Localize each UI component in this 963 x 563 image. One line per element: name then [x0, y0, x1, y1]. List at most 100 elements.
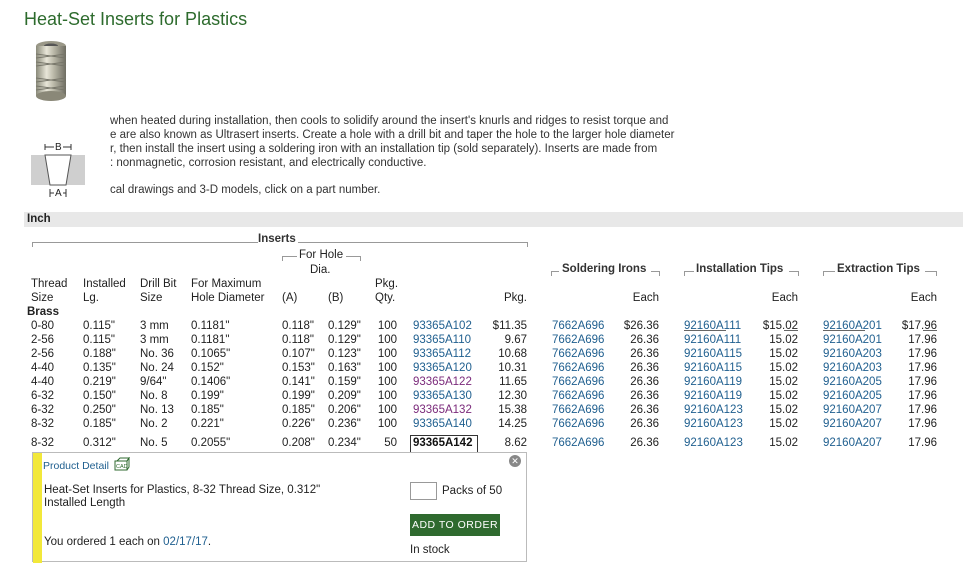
cell-a: 0.199"	[282, 390, 315, 402]
cell-inst-each: 15.02	[769, 362, 798, 374]
cell-part[interactable]: 93365A132	[413, 404, 472, 416]
cell-ext[interactable]: 92160A207	[823, 437, 882, 449]
cell-inst[interactable]: 92160A115	[684, 362, 742, 374]
cell-maxhole: 0.2055"	[191, 437, 231, 449]
cell-iron[interactable]: 7662A696	[552, 376, 604, 388]
cell-part[interactable]: 93365A120	[413, 362, 472, 374]
order-history-prefix: You ordered 1 each on	[44, 536, 164, 548]
description-line-2: e are also known as Ultrasert inserts. C…	[110, 129, 675, 141]
cell-inst-each: 15.02	[769, 334, 798, 346]
cell-ext[interactable]: 92160A207	[823, 418, 882, 430]
cell-inst-each: 15.02	[769, 404, 798, 416]
cell-ext[interactable]: 92160A207	[823, 404, 882, 416]
cell-inst[interactable]: 92160A119	[684, 390, 742, 402]
header-hole-diameter: Hole Diameter	[191, 292, 265, 304]
header-for-hole: For Hole	[299, 249, 344, 261]
cell-part[interactable]: 93365A112	[413, 348, 471, 360]
cell-lg: 0.312"	[83, 437, 116, 449]
extract-rule-left	[823, 271, 835, 272]
cell-iron[interactable]: 7662A696	[552, 437, 604, 449]
cad-icon[interactable]: CAD	[114, 456, 130, 474]
cell-lg: 0.219"	[83, 376, 116, 388]
cell-ext[interactable]: 92160A203	[823, 348, 882, 360]
order-history-suffix: .	[207, 536, 212, 548]
cell-thread: 6-32	[31, 390, 55, 402]
cell-inst-each: 15.02	[769, 390, 798, 402]
cell-ext[interactable]: 92160A201	[823, 320, 882, 332]
cell-thread: 0-80	[31, 320, 55, 332]
cell-iron[interactable]: 7662A696	[552, 334, 604, 346]
description-line-5: cal drawings and 3-D models, click on a …	[110, 184, 381, 196]
quantity-input[interactable]	[410, 482, 437, 500]
cell-lg: 0.188"	[83, 348, 116, 360]
cell-thread: 2-56	[31, 348, 55, 360]
cell-ext[interactable]: 92160A201	[823, 334, 882, 346]
cell-iron-each: 26.36	[630, 437, 659, 449]
hole-rule-right	[346, 256, 360, 257]
cell-inst[interactable]: 92160A115	[684, 348, 742, 360]
cell-maxhole: 0.152"	[191, 362, 224, 374]
cell-inst[interactable]: 92160A123	[684, 418, 743, 430]
cell-b: 0.129"	[328, 320, 361, 332]
cell-drill: No. 8	[140, 390, 168, 402]
cell-inst[interactable]: 92160A123	[684, 404, 743, 416]
cell-a: 0.141"	[282, 376, 315, 388]
cell-pkg: 9.67	[504, 334, 527, 346]
stock-status: In stock	[410, 544, 450, 556]
product-detail-link[interactable]: Product Detail	[43, 460, 109, 472]
cell-pkg: 11.65	[499, 376, 527, 388]
cell-qty: 100	[377, 404, 397, 416]
cell-qty: 100	[377, 334, 397, 346]
cad-label: CAD	[116, 464, 128, 470]
cell-iron[interactable]: 7662A696	[552, 418, 604, 430]
cell-iron[interactable]: 7662A696	[552, 390, 604, 402]
cell-inst[interactable]: 92160A123	[684, 437, 743, 449]
order-date-link[interactable]: 02/17/17	[163, 536, 208, 548]
cell-part[interactable]: 93365A102	[413, 320, 472, 332]
cell-iron-each: $26.36	[623, 320, 659, 332]
cell-iron[interactable]: 7662A696	[552, 404, 604, 416]
header-b: (B)	[328, 292, 344, 304]
cell-b: 0.209"	[328, 390, 361, 402]
diagram-label-b: B	[54, 142, 63, 153]
detail-accent-bar	[33, 453, 42, 563]
cell-iron[interactable]: 7662A696	[552, 348, 604, 360]
cell-iron-each: 26.36	[630, 362, 659, 374]
install-tick-right	[798, 271, 799, 276]
cell-inst[interactable]: 92160A119	[684, 376, 742, 388]
cell-qty: 100	[377, 376, 397, 388]
cell-part[interactable]: 93365A122	[413, 376, 472, 388]
cell-pkg: 8.62	[504, 437, 527, 449]
cell-ext-each: $17.96	[901, 320, 937, 332]
cell-inst[interactable]: 92160A111	[684, 320, 741, 332]
cell-ext-each: 17.96	[908, 348, 937, 360]
header-size: Size	[31, 292, 54, 304]
cell-qty: 100	[377, 362, 397, 374]
irons-rule-left	[551, 271, 559, 272]
cell-b: 0.129"	[328, 334, 361, 346]
add-to-order-button[interactable]: ADD TO ORDER	[410, 514, 500, 536]
cell-part[interactable]: 93365A140	[413, 418, 472, 430]
close-icon[interactable]: ✕	[509, 455, 521, 467]
cell-iron-each: 26.36	[630, 348, 659, 360]
cell-part[interactable]: 93365A130	[413, 390, 472, 402]
header-thread: Thread	[31, 278, 68, 290]
cell-iron[interactable]: 7662A696	[552, 320, 604, 332]
cell-ext[interactable]: 92160A205	[823, 376, 882, 388]
cell-a: 0.118"	[282, 334, 315, 346]
cell-inst[interactable]: 92160A111	[684, 334, 741, 346]
cell-thread: 4-40	[31, 362, 55, 374]
insert-product-image	[35, 41, 67, 101]
cell-b: 0.206"	[328, 404, 361, 416]
cell-ext[interactable]: 92160A205	[823, 390, 882, 402]
cell-a: 0.208"	[282, 437, 315, 449]
cell-part[interactable]: 93365A142	[413, 437, 472, 449]
header-pkg-1: Pkg.	[375, 278, 399, 290]
cell-part[interactable]: 93365A110	[413, 334, 471, 346]
hole-tick-left	[282, 256, 283, 261]
irons-tick-right	[659, 271, 660, 276]
description-line-3: r, then install the insert using a solde…	[110, 143, 658, 155]
cell-ext[interactable]: 92160A203	[823, 362, 882, 374]
cell-iron[interactable]: 7662A696	[552, 362, 604, 374]
inserts-rule-right	[298, 242, 527, 243]
